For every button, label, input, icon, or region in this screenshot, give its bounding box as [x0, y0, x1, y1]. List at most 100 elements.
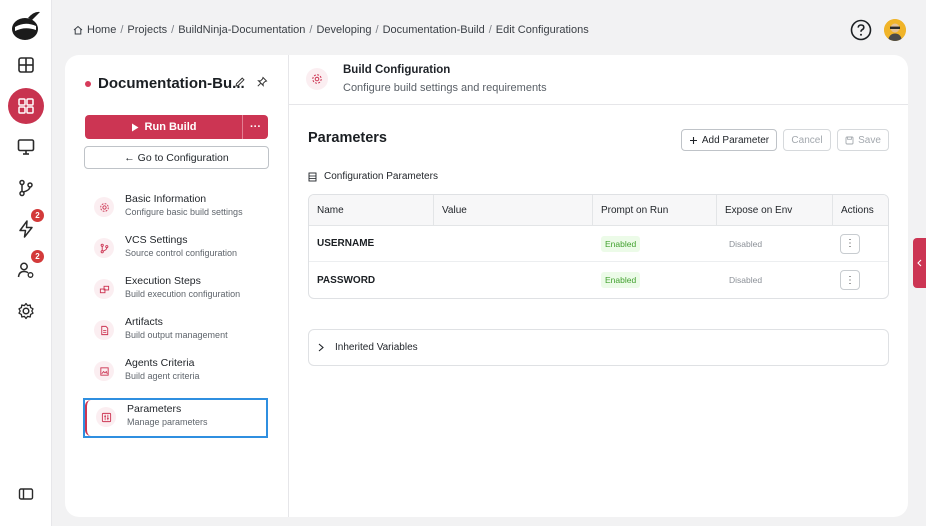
save-label: Save	[858, 134, 881, 146]
parameter-actions: Add Parameter Cancel Save	[681, 129, 889, 151]
save-icon	[845, 136, 854, 144]
section-label-text: Configuration Parameters	[324, 171, 438, 182]
go-to-configuration-button[interactable]: ← Go to Configuration	[84, 146, 269, 169]
play-icon	[131, 123, 139, 131]
agents-count-badge: 2	[31, 250, 44, 263]
run-options-button[interactable]: ···	[243, 115, 268, 139]
column-header: Value	[434, 195, 593, 225]
dashboard-icon[interactable]	[8, 47, 44, 83]
title-actions	[234, 76, 268, 88]
agents-user-icon[interactable]: 2	[8, 250, 44, 288]
content-header: Build Configuration Configure build sett…	[289, 55, 908, 105]
prompt-status: Enabled	[593, 226, 717, 261]
run-build-button: Run Build ···	[85, 115, 268, 139]
nav-agents-criteria[interactable]: Agents Criteria Build agent criteria	[83, 353, 271, 394]
chevron-left-icon	[917, 259, 922, 267]
breadcrumb-separator: /	[171, 24, 175, 36]
breadcrumb: Home / Projects / BuildNinja-Documentati…	[73, 24, 589, 36]
builds-bolt-icon[interactable]: 2	[8, 209, 44, 247]
nav-title: Basic Information	[125, 193, 207, 205]
side-panel-toggle[interactable]	[913, 238, 926, 288]
status-badge: Enabled	[601, 272, 641, 288]
status-badge: Disabled	[729, 275, 763, 285]
breadcrumb-home[interactable]: Home	[87, 24, 116, 36]
main-card: Documentation-Bu... Run Build ··· ← Go t…	[65, 55, 908, 517]
inherited-variables-toggle[interactable]: Inherited Variables	[308, 329, 889, 366]
nav-subtitle: Build output management	[125, 330, 228, 340]
avatar[interactable]	[884, 19, 906, 41]
image-icon	[94, 361, 114, 381]
build-name: Documentation-Bu...	[98, 75, 245, 92]
cancel-label: Cancel	[791, 134, 823, 146]
header-subtitle: Configure build settings and requirement…	[343, 82, 547, 94]
param-value	[434, 262, 593, 298]
save-button[interactable]: Save	[837, 129, 889, 151]
more-actions-icon[interactable]: ⋮	[840, 270, 860, 290]
chevron-right-icon	[318, 343, 324, 352]
run-build-label: Run Build	[144, 121, 197, 133]
param-value	[434, 226, 593, 261]
builds-count-badge: 2	[31, 209, 44, 222]
file-icon	[94, 320, 114, 340]
home-icon[interactable]	[73, 25, 83, 35]
table-row: USERNAME Enabled Disabled ⋮	[309, 226, 888, 262]
nav-subtitle: Manage parameters	[127, 417, 208, 427]
nav-parameters[interactable]: Parameters Manage parameters	[83, 398, 268, 438]
param-name: PASSWORD	[317, 274, 376, 286]
nav-vcs-settings[interactable]: VCS Settings Source control configuratio…	[83, 230, 271, 271]
breadcrumb-separator: /	[120, 24, 124, 36]
ninja-logo-icon[interactable]	[10, 8, 42, 42]
status-dot	[85, 80, 91, 87]
breadcrumb-separator: /	[375, 24, 379, 36]
expose-status: Disabled	[717, 226, 833, 261]
parameters-table: Name Value Prompt on Run Expose on Env A…	[308, 194, 889, 299]
edit-pencil-icon[interactable]	[234, 76, 246, 88]
breadcrumb-separator: /	[488, 24, 492, 36]
run-build-main[interactable]: Run Build	[85, 115, 243, 139]
nav-basic-information[interactable]: Basic Information Configure basic build …	[83, 189, 271, 230]
nav-artifacts[interactable]: Artifacts Build output management	[83, 312, 271, 353]
param-name: USERNAME	[317, 238, 375, 249]
plus-icon	[689, 136, 697, 144]
settings-gear-icon[interactable]	[8, 293, 44, 329]
nav-execution-steps[interactable]: Execution Steps Build execution configur…	[83, 271, 271, 312]
row-actions: ⋮	[833, 226, 888, 261]
add-parameter-button[interactable]: Add Parameter	[681, 129, 777, 151]
gear-icon	[306, 68, 328, 90]
prompt-status: Enabled	[593, 262, 717, 298]
expose-status: Disabled	[717, 262, 833, 298]
git-branch-icon[interactable]	[8, 170, 44, 206]
nav-title: Artifacts	[125, 316, 163, 328]
nav-title: Parameters	[127, 403, 182, 415]
pin-icon[interactable]	[256, 76, 268, 88]
configuration-parameters-label: Configuration Parameters	[308, 171, 438, 182]
table-row: PASSWORD Enabled Disabled ⋮	[309, 262, 888, 298]
cancel-button[interactable]: Cancel	[783, 129, 831, 151]
breadcrumb-projects[interactable]: Projects	[127, 24, 167, 36]
status-badge: Disabled	[729, 238, 763, 249]
sidebar-toggle-icon[interactable]	[8, 476, 44, 512]
column-header: Name	[309, 195, 434, 225]
left-rail: 2 2	[0, 0, 52, 526]
nav-subtitle: Configure basic build settings	[125, 207, 243, 217]
help-icon[interactable]	[850, 19, 872, 41]
projects-grid-icon[interactable]	[8, 88, 44, 124]
config-nav: Basic Information Configure basic build …	[83, 189, 271, 438]
nav-subtitle: Build agent criteria	[125, 371, 200, 381]
gear-icon	[94, 197, 114, 217]
nav-subtitle: Build execution configuration	[125, 289, 241, 299]
breadcrumb-project[interactable]: BuildNinja-Documentation	[178, 24, 305, 36]
status-badge: Enabled	[601, 235, 641, 252]
nav-subtitle: Source control configuration	[125, 248, 238, 258]
column-header: Expose on Env	[717, 195, 833, 225]
page-title: Parameters	[308, 130, 387, 146]
breadcrumb-build[interactable]: Documentation-Build	[383, 24, 485, 36]
breadcrumb-folder[interactable]: Developing	[316, 24, 371, 36]
monitor-icon[interactable]	[8, 129, 44, 165]
breadcrumb-separator: /	[309, 24, 313, 36]
column-header: Actions	[841, 204, 874, 216]
nav-title: Execution Steps	[125, 275, 201, 287]
steps-icon	[94, 279, 114, 299]
header-title: Build Configuration	[343, 64, 451, 76]
more-actions-icon[interactable]: ⋮	[840, 233, 860, 254]
